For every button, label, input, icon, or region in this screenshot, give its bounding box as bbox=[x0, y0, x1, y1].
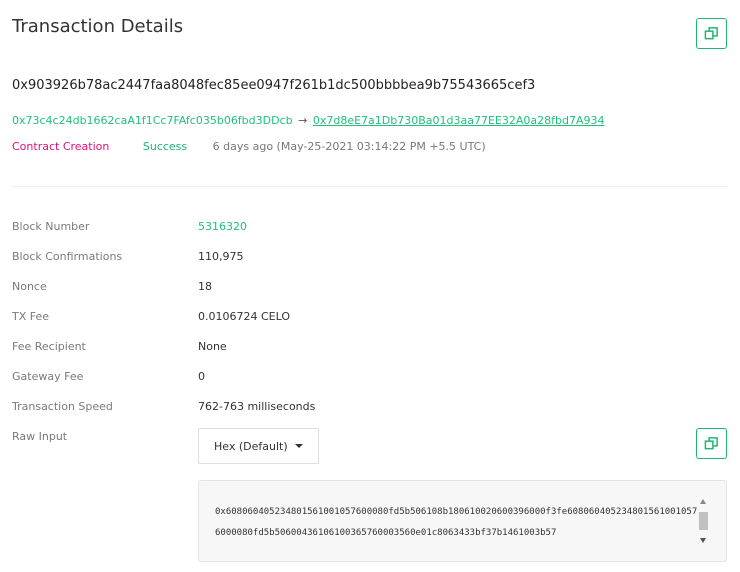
detail-value: None bbox=[198, 340, 227, 353]
caret-down-icon bbox=[295, 444, 303, 448]
copy-icon bbox=[704, 27, 718, 40]
detail-value: 0.0106724 CELO bbox=[198, 310, 291, 323]
detail-value: 762-763 milliseconds bbox=[198, 400, 316, 413]
detail-label: Block Number bbox=[12, 220, 90, 233]
page-title: Transaction Details bbox=[12, 16, 184, 37]
raw-input-data: 0x608060405234801561001057600080fd5b5061… bbox=[215, 507, 698, 538]
select-value: Hex (Default) bbox=[214, 439, 288, 453]
divider bbox=[12, 186, 728, 187]
timestamp: 6 days ago (May-25-2021 03:14:22 PM +5.5… bbox=[212, 140, 486, 153]
arrow-icon: → bbox=[298, 114, 308, 127]
detail-label: Nonce bbox=[12, 280, 47, 293]
detail-label: Gateway Fee bbox=[12, 370, 84, 383]
status-row: Contract Creation Success 6 days ago (Ma… bbox=[12, 140, 486, 153]
detail-label: Fee Recipient bbox=[12, 340, 86, 353]
status-badge: Success bbox=[142, 140, 188, 153]
raw-input-format-select[interactable]: Hex (Default) bbox=[198, 428, 319, 464]
detail-value: 0 bbox=[198, 370, 205, 383]
raw-input-textarea[interactable]: 0x608060405234801561001057600080fd5b5061… bbox=[198, 480, 727, 562]
from-address-link[interactable]: 0x73c4c24db1662caA1f1Cc7FAfc035b06fbd3DD… bbox=[12, 114, 293, 127]
copy-button[interactable] bbox=[696, 18, 727, 49]
copy-raw-input-button[interactable] bbox=[696, 428, 727, 459]
copy-icon bbox=[704, 437, 718, 450]
detail-label: Raw Input bbox=[12, 430, 68, 443]
detail-value: 110,975 bbox=[198, 250, 244, 263]
scroll-thumb[interactable] bbox=[699, 512, 708, 530]
detail-label: Block Confirmations bbox=[12, 250, 123, 263]
scroll-up-icon[interactable] bbox=[700, 499, 706, 504]
raw-input-scrollbar[interactable] bbox=[699, 499, 709, 545]
detail-label: Transaction Speed bbox=[12, 400, 113, 413]
scroll-down-icon[interactable] bbox=[700, 538, 706, 543]
tx-type-badge: Contract Creation bbox=[12, 140, 110, 153]
transaction-hash: 0x903926b78ac2447faa8048fec85ee0947f261b… bbox=[12, 78, 536, 93]
detail-value: 18 bbox=[198, 280, 212, 293]
to-address-link[interactable]: 0x7d8eE7a1Db730Ba01d3aa77EE32A0a28fbd7A9… bbox=[313, 114, 605, 127]
address-row: 0x73c4c24db1662caA1f1Cc7FAfc035b06fbd3DD… bbox=[12, 114, 605, 127]
detail-label: TX Fee bbox=[12, 310, 50, 323]
block-number-link[interactable]: 5316320 bbox=[198, 220, 247, 233]
